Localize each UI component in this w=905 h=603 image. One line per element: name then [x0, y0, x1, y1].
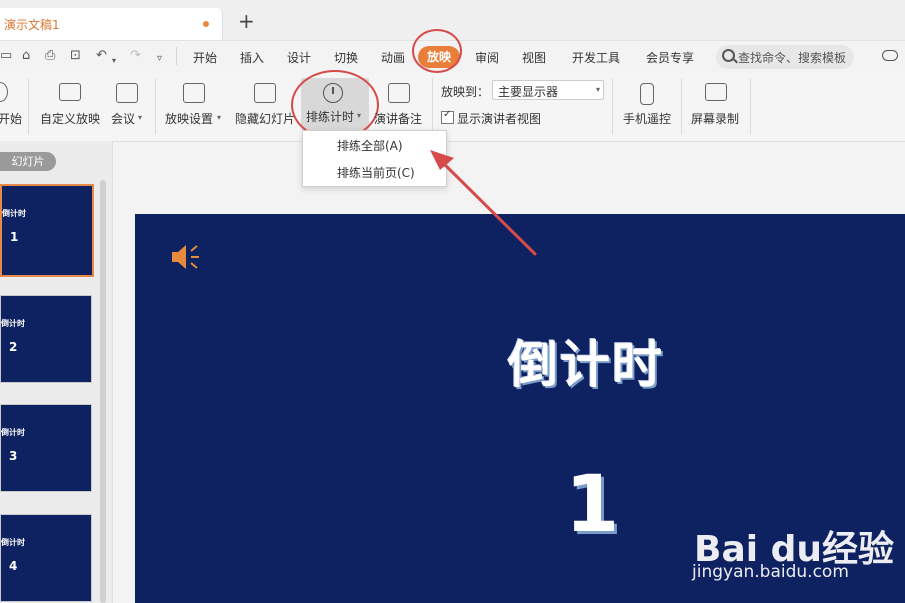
search-icon — [722, 49, 735, 62]
annotation-arrow — [430, 150, 537, 256]
menu-review[interactable]: 审阅 — [475, 49, 499, 66]
start-show-label: 开始 — [0, 112, 23, 126]
chevron-down-icon: ▾ — [138, 113, 143, 122]
slide-number: 1 — [565, 460, 620, 550]
thumbnail-title: 倒计时 — [1, 538, 25, 547]
customize-dropdown-icon[interactable]: ▿ — [157, 51, 162, 67]
show-settings-label: 放映设置 — [165, 112, 214, 126]
ribbon-separator — [28, 78, 29, 134]
menu-developer[interactable]: 开发工具 — [572, 49, 620, 66]
watermark-url: jingyan.baidu.com — [692, 562, 849, 582]
preview-icon[interactable]: ⊡ — [70, 48, 81, 64]
slides-tab[interactable]: 幻灯片 — [0, 152, 56, 171]
show-settings-button[interactable]: 放映设置 ▾ — [163, 80, 225, 130]
custom-show-button[interactable]: 自定义放映 — [38, 80, 102, 130]
display-select-value: 主要显示器 — [498, 85, 559, 99]
menu-animation[interactable]: 动画 — [381, 49, 405, 66]
ribbon-separator — [612, 78, 613, 134]
play-icon — [0, 82, 8, 102]
folder-icon[interactable]: ⌂ — [22, 48, 30, 64]
ribbon-separator — [155, 78, 156, 134]
undo-icon[interactable]: ↶ — [96, 48, 107, 64]
show-settings-icon — [183, 83, 205, 103]
chevron-down-icon: ▾ — [596, 85, 601, 94]
thumbnail-number: 1 — [10, 230, 19, 244]
check-icon: ✓ — [443, 109, 452, 120]
speaker-icon[interactable] — [170, 242, 202, 272]
hide-slide-icon — [254, 83, 276, 103]
slide-thumbnail-2[interactable]: 倒计时 2 — [0, 295, 92, 383]
ribbon-separator — [750, 78, 751, 134]
open-icon[interactable]: ▭ — [0, 48, 12, 64]
custom-show-icon — [59, 83, 81, 101]
thumbnail-number: 3 — [9, 449, 18, 463]
slide-title: 倒计时 — [508, 336, 664, 394]
menu-item-rehearse-current[interactable]: 排练当前页(C) — [337, 164, 415, 181]
slide-thumbnail-3[interactable]: 倒计时 3 — [0, 404, 92, 492]
show-on-label: 放映到： — [441, 85, 490, 99]
menu-design[interactable]: 设计 — [287, 49, 311, 66]
slide-thumbnail-4[interactable]: 倒计时 4 — [0, 514, 92, 602]
phone-remote-label: 手机遥控 — [623, 112, 672, 126]
presenter-view-checkbox[interactable]: ✓ — [441, 109, 454, 124]
thumbnail-number: 2 — [9, 340, 18, 354]
document-tab-title: 演示文稿1 — [4, 18, 60, 32]
redo-icon[interactable]: ↷ — [130, 48, 141, 64]
menu-start[interactable]: 开始 — [193, 49, 217, 66]
document-tab[interactable]: 演示文稿1 — [0, 8, 223, 40]
menu-view[interactable]: 视图 — [522, 49, 546, 66]
menu-insert[interactable]: 插入 — [240, 49, 264, 66]
presenter-view-label: 显示演讲者视图 — [457, 112, 542, 126]
unsaved-dot-icon — [203, 21, 209, 27]
hide-slide-label: 隐藏幻灯片 — [235, 112, 296, 126]
custom-show-label: 自定义放映 — [40, 112, 101, 126]
hide-slide-button[interactable]: 隐藏幻灯片 — [233, 80, 297, 130]
thumbnail-title: 倒计时 — [1, 428, 25, 437]
thumbnail-title: 倒计时 — [2, 209, 26, 218]
menu-separator — [176, 47, 177, 65]
cloud-icon[interactable] — [882, 50, 898, 61]
meeting-icon — [116, 83, 138, 103]
speaker-notes-icon — [388, 83, 410, 103]
speaker-notes-label: 演讲备注 — [374, 112, 423, 126]
thumbnail-title: 倒计时 — [1, 319, 25, 328]
start-show-button[interactable]: 开始 — [0, 80, 22, 130]
screen-record-button[interactable]: 屏幕录制 — [688, 80, 742, 130]
chevron-down-icon: ▾ — [217, 113, 222, 122]
menu-transition[interactable]: 切换 — [334, 49, 358, 66]
speaker-notes-button[interactable]: 演讲备注 — [372, 80, 426, 130]
slide-thumbnail-1[interactable]: 倒计时 1 — [0, 184, 94, 277]
display-select[interactable]: 主要显示器 ▾ — [492, 80, 604, 100]
meeting-button[interactable]: 会议 ▾ — [108, 80, 148, 130]
phone-remote-button[interactable]: 手机遥控 — [620, 80, 674, 130]
phone-icon — [640, 83, 654, 105]
search-placeholder: 查找命令、搜索模板 — [738, 51, 847, 65]
screen-record-label: 屏幕录制 — [691, 112, 740, 126]
ribbon-separator — [432, 78, 433, 134]
menu-member[interactable]: 会员专享 — [646, 49, 694, 66]
annotation-circle-menu — [412, 29, 462, 73]
print-icon[interactable]: ⎙ — [45, 48, 55, 64]
menu-item-rehearse-all[interactable]: 排练全部(A) — [337, 137, 403, 154]
undo-dropdown-icon[interactable]: ▾ — [112, 53, 116, 69]
thumbnail-number: 4 — [9, 559, 18, 573]
screen-record-icon — [705, 83, 727, 101]
ribbon-separator — [681, 78, 682, 134]
scrollbar[interactable] — [100, 180, 106, 603]
new-tab-button[interactable]: + — [238, 11, 255, 31]
meeting-label: 会议 — [111, 112, 136, 126]
